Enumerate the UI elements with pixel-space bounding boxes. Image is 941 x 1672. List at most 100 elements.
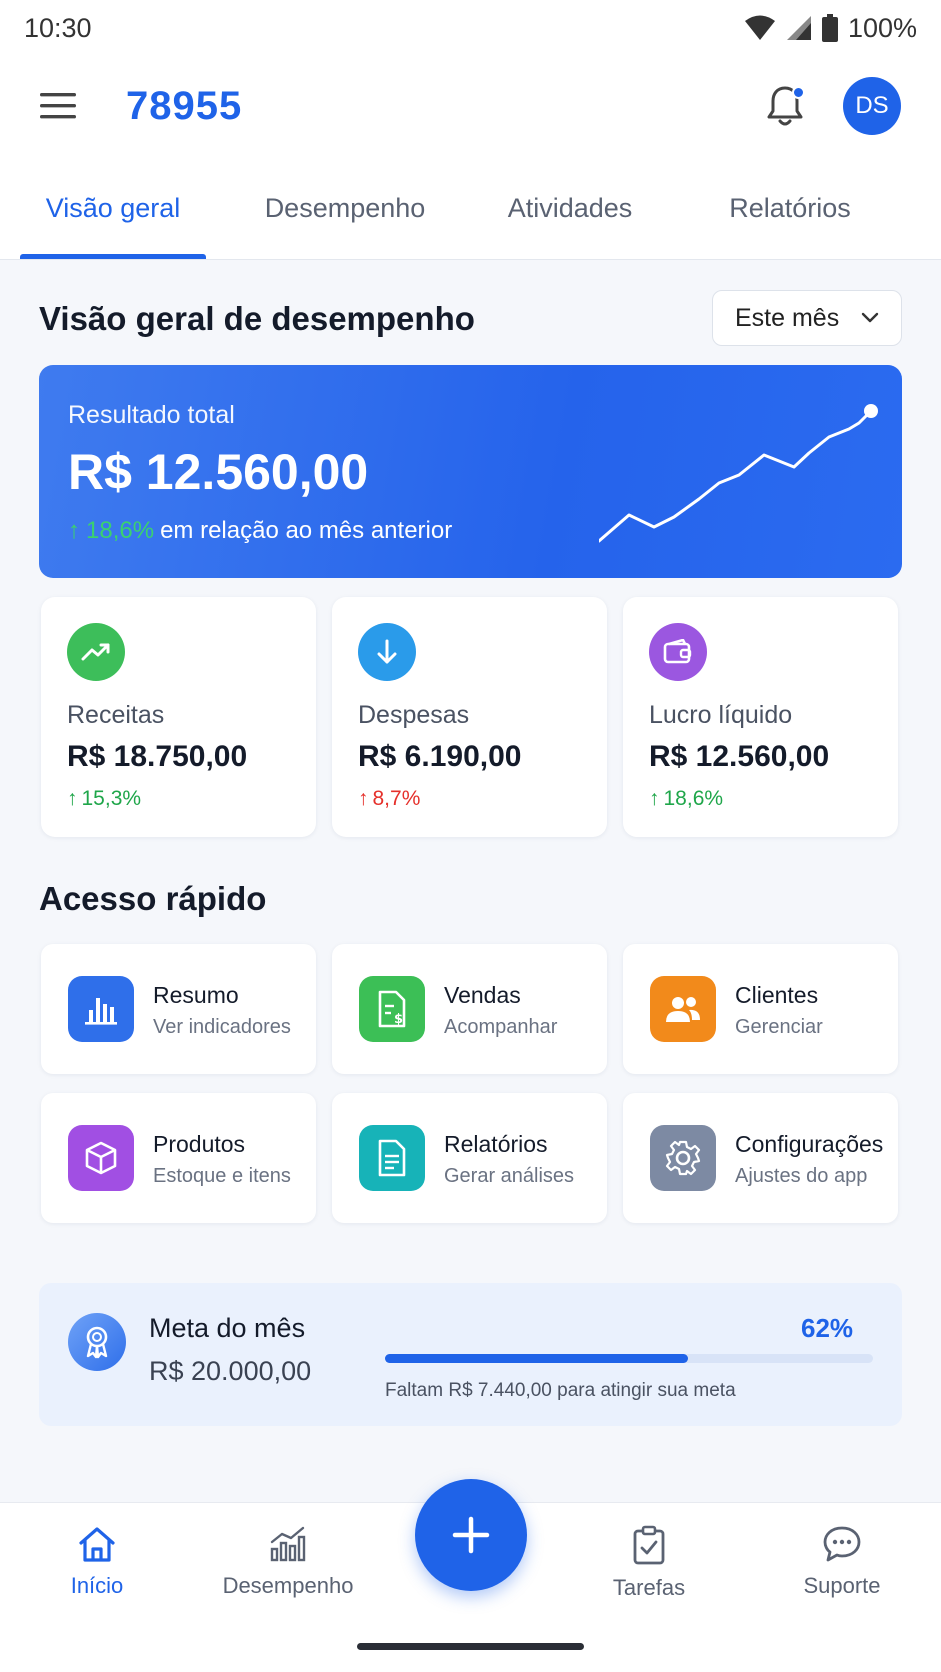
report-icon [359, 1125, 425, 1191]
stat-change: ↑ 15,3% [67, 787, 141, 811]
chevron-down-icon [861, 312, 879, 323]
app-bar: 78955 DS [0, 56, 941, 156]
total-result-card[interactable]: Resultado total R$ 12.560,00 ↑ 18,6% em … [39, 365, 902, 578]
nav-item-suporte[interactable]: Suporte [762, 1525, 922, 1599]
goal-title: Meta do mês [149, 1313, 306, 1343]
status-bar: 10:30 100% [0, 0, 941, 56]
box-icon [68, 1125, 134, 1191]
quick-subtitle: Gerar análises [444, 1165, 575, 1187]
avatar[interactable]: DS [843, 77, 901, 135]
svg-text:$: $ [394, 1012, 403, 1027]
quick-title: Relatórios [444, 1131, 548, 1157]
hero-change-text: em relação ao mês anterior [160, 517, 453, 544]
battery-percent: 100% [847, 12, 917, 43]
stat-label: Lucro líquido [649, 701, 793, 729]
sales-document-icon: $ [359, 976, 425, 1042]
quick-access-configuracoes[interactable]: Configurações Ajustes do app [623, 1093, 898, 1223]
arrow-down-icon [358, 623, 416, 681]
tab-atividades[interactable]: Atividades [480, 156, 660, 260]
award-icon [68, 1313, 126, 1371]
tab-bar: Visão geral Desempenho Atividades Relató… [0, 156, 941, 260]
add-button[interactable] [415, 1479, 527, 1591]
quick-subtitle: Ver indicadores [153, 1016, 291, 1038]
stat-label: Despesas [358, 701, 470, 729]
goal-progress-bar [385, 1354, 873, 1363]
quick-subtitle: Estoque e itens [153, 1165, 291, 1187]
arrow-up-icon: ↑ [358, 787, 369, 810]
monthly-goal-card[interactable]: Meta do mês R$ 20.000,00 62% Faltam R$ 7… [39, 1283, 902, 1426]
tab-active-indicator [20, 254, 206, 259]
quick-access-resumo[interactable]: Resumo Ver indicadores [41, 944, 316, 1074]
notifications-button[interactable] [761, 82, 809, 130]
tab-relatorios[interactable]: Relatórios [700, 156, 880, 260]
analytics-icon [270, 1526, 306, 1562]
arrow-up-icon: ↑ [67, 787, 78, 810]
stat-value: R$ 12.560,00 [649, 740, 830, 773]
stat-change-value: 18,6% [663, 787, 724, 810]
quick-access-clientes[interactable]: Clientes Gerenciar [623, 944, 898, 1074]
users-icon [650, 976, 716, 1042]
nav-label: Tarefas [612, 1575, 686, 1600]
nav-label: Início [70, 1573, 124, 1598]
gear-icon [650, 1125, 716, 1191]
hero-value: R$ 12.560,00 [68, 444, 369, 500]
quick-access-vendas[interactable]: $ Vendas Acompanhar [332, 944, 607, 1074]
stat-card-despesas[interactable]: Despesas R$ 6.190,00 ↑ 8,7% [332, 597, 607, 837]
clipboard-icon [633, 1525, 665, 1565]
arrow-up-icon: ↑ [68, 517, 80, 544]
goal-percent: 62% [801, 1313, 854, 1343]
goal-note: Faltam R$ 7.440,00 para atingir sua meta [385, 1380, 736, 1401]
quick-access-title: Acesso rápido [39, 880, 267, 917]
trending-up-icon [67, 623, 125, 681]
nav-label: Desempenho [222, 1573, 354, 1598]
quick-title: Configurações [735, 1131, 884, 1157]
quick-subtitle: Ajustes do app [735, 1165, 868, 1187]
stat-change: ↑ 18,6% [649, 787, 723, 811]
nav-item-inicio[interactable]: Início [17, 1525, 177, 1599]
nav-label: Suporte [803, 1573, 881, 1598]
signal-icon [786, 16, 811, 40]
status-time: 10:30 [24, 12, 92, 43]
period-select[interactable]: Este mês [712, 290, 902, 346]
overview-title: Visão geral de desempenho [39, 300, 475, 337]
quick-subtitle: Gerenciar [735, 1016, 823, 1038]
hero-change-percent: 18,6% [86, 517, 155, 544]
stat-card-lucro[interactable]: Lucro líquido R$ 12.560,00 ↑ 18,6% [623, 597, 898, 837]
quick-title: Clientes [735, 982, 819, 1008]
arrow-up-icon: ↑ [649, 787, 660, 810]
goal-progress-fill [385, 1354, 688, 1363]
notification-dot [792, 86, 805, 99]
period-select-value: Este mês [735, 303, 840, 332]
sparkline-chart [599, 404, 878, 543]
stat-card-receitas[interactable]: Receitas R$ 18.750,00 ↑ 15,3% [41, 597, 316, 837]
quick-title: Produtos [153, 1131, 246, 1157]
stat-value: R$ 6.190,00 [358, 740, 522, 773]
nav-item-desempenho[interactable]: Desempenho [208, 1525, 368, 1599]
battery-icon [821, 14, 838, 42]
quick-subtitle: Acompanhar [444, 1016, 558, 1038]
wifi-icon [744, 15, 775, 40]
stat-change-value: 15,3% [81, 787, 142, 810]
quick-access-relatorios[interactable]: Relatórios Gerar análises [332, 1093, 607, 1223]
home-indicator [357, 1643, 584, 1650]
stat-label: Receitas [67, 701, 165, 729]
wallet-icon [649, 623, 707, 681]
nav-item-tarefas[interactable]: Tarefas [569, 1525, 729, 1601]
goal-value: R$ 20.000,00 [149, 1356, 312, 1386]
stat-value: R$ 18.750,00 [67, 740, 248, 773]
hero-label: Resultado total [68, 401, 235, 429]
bar-chart-icon [68, 976, 134, 1042]
menu-icon[interactable] [40, 92, 78, 120]
stat-change: ↑ 8,7% [358, 787, 420, 811]
tab-visao-geral[interactable]: Visão geral [20, 156, 206, 260]
tab-desempenho[interactable]: Desempenho [245, 156, 445, 260]
home-icon [79, 1527, 115, 1562]
chat-icon [823, 1526, 861, 1562]
quick-access-produtos[interactable]: Produtos Estoque e itens [41, 1093, 316, 1223]
quick-title: Resumo [153, 982, 239, 1008]
app-title: 78955 [126, 83, 243, 128]
quick-title: Vendas [444, 982, 521, 1008]
plus-icon [452, 1516, 490, 1554]
stat-change-value: 8,7% [372, 787, 421, 810]
hero-change: ↑ 18,6% em relação ao mês anterior [68, 517, 452, 545]
